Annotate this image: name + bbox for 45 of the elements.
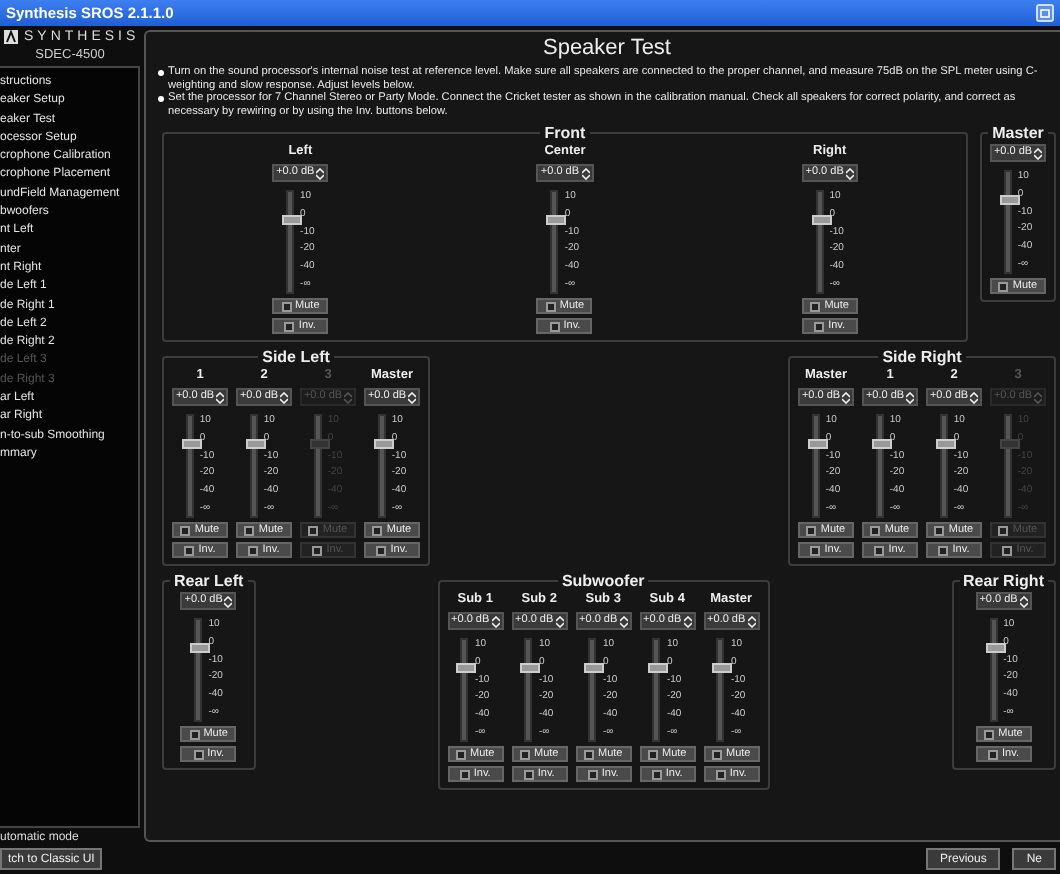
checkbox-icon[interactable] — [587, 769, 598, 779]
checkbox-icon[interactable] — [647, 749, 658, 759]
checkbox-icon[interactable] — [523, 769, 534, 779]
checkbox-icon[interactable] — [189, 729, 200, 739]
group-title: Rear Right — [959, 572, 1048, 590]
checkbox-icon[interactable] — [934, 525, 945, 535]
checkbox-icon[interactable] — [938, 545, 949, 555]
bullet-icon — [158, 95, 164, 101]
checkbox-icon[interactable] — [711, 749, 722, 759]
checkbox-icon[interactable] — [376, 545, 387, 555]
checkbox-icon[interactable] — [998, 281, 1009, 291]
checkbox-icon[interactable] — [810, 301, 821, 311]
checkbox-icon[interactable] — [583, 749, 594, 759]
group-title: Side Right — [878, 348, 966, 366]
checkbox-icon[interactable] — [651, 769, 662, 779]
checkbox-icon[interactable] — [180, 525, 191, 535]
checkbox-icon[interactable] — [549, 321, 560, 331]
checkbox-icon[interactable] — [814, 321, 825, 331]
checkbox-icon[interactable] — [870, 525, 881, 535]
checkbox-icon[interactable] — [988, 749, 999, 759]
page-title: Speaker Test — [542, 36, 671, 60]
checkbox-icon[interactable] — [244, 525, 255, 535]
checkbox-icon[interactable] — [372, 525, 383, 535]
bullet-icon — [158, 69, 164, 75]
checkbox-icon[interactable] — [284, 321, 295, 331]
logo-icon — [4, 30, 18, 44]
group-title: Master — [988, 124, 1048, 142]
checkbox-icon[interactable] — [984, 729, 995, 739]
checkbox-icon[interactable] — [248, 545, 259, 555]
checkbox-icon[interactable] — [281, 301, 292, 311]
checkbox-icon[interactable] — [455, 749, 466, 759]
group-title: Rear Left — [170, 572, 248, 590]
checkbox-icon[interactable] — [459, 769, 470, 779]
checkbox-icon[interactable] — [874, 545, 885, 555]
restore-icon[interactable] — [1036, 4, 1054, 22]
group-title: Subwoofer — [557, 572, 649, 590]
checkbox-icon[interactable] — [519, 749, 530, 759]
checkbox-icon[interactable] — [193, 749, 204, 759]
checkbox-icon[interactable] — [810, 545, 821, 555]
checkbox-icon[interactable] — [715, 769, 726, 779]
checkbox-icon[interactable] — [545, 301, 556, 311]
group-title: Side Left — [258, 348, 334, 366]
checkbox-icon[interactable] — [184, 545, 195, 555]
checkbox-icon[interactable] — [806, 525, 817, 535]
group-title: Front — [540, 124, 590, 142]
